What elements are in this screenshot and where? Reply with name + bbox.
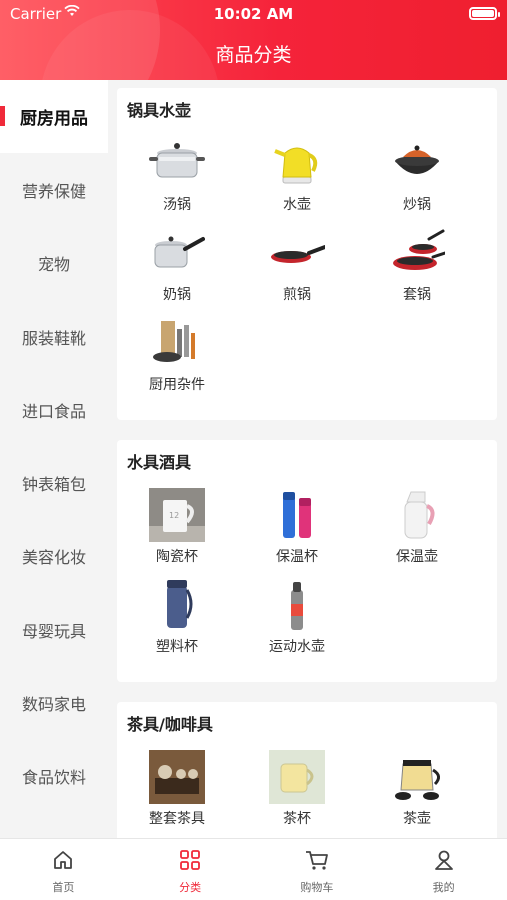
soup-pot-icon [149,136,205,190]
category-sidebar: 厨房用品营养保健宠物服装鞋靴进口食品钟表箱包美容化妆母婴玩具数码家电食品饮料 [0,80,108,838]
sidebar-item-label: 钟表箱包 [21,475,86,495]
tab-label: 我的 [432,881,455,894]
sidebar-item[interactable]: 进口食品 [0,373,108,446]
milk-pan-icon [149,226,205,280]
tab-home[interactable]: 首页 [0,839,127,900]
tab-user[interactable]: 我的 [380,839,507,900]
sidebar-item[interactable]: 美容化妆 [0,520,108,593]
wok-icon [389,136,445,190]
frying-pan-icon [269,226,325,280]
product-category-item[interactable]: 煎锅 [237,226,357,316]
ceramic-mug-icon: 12 [149,488,205,542]
product-category-label: 保温杯 [276,549,318,565]
product-category-item[interactable]: 套锅 [357,226,477,316]
sport-bottle-icon [269,578,325,632]
product-category-item[interactable]: 奶锅 [117,226,237,316]
product-grid: 汤锅 水壶 炒锅奶锅 煎锅 套锅厨用杂件 [117,136,497,406]
product-category-item[interactable]: 保温杯 [237,488,357,578]
pot-set-icon [389,226,445,280]
category-section: 锅具水壶汤锅 水壶 炒锅奶锅 煎锅 套锅厨用杂件 [117,88,497,420]
tab-category[interactable]: 分类 [127,839,254,900]
product-category-item[interactable]: 茶杯 [237,750,357,838]
category-section: 水具酒具 12 陶瓷杯 保温杯 保温壶塑料杯 运动水壶 [117,440,497,682]
home-icon [52,849,74,875]
product-category-label: 运动水壶 [269,639,325,655]
sidebar-item-label: 厨房用品 [20,109,88,130]
tea-cup-icon [269,750,325,804]
page-title: 商品分类 [215,44,292,66]
clock: 10:02 AM [213,5,294,23]
product-category-item[interactable]: 保温壶 [357,488,477,578]
sidebar-item[interactable]: 钟表箱包 [0,446,108,519]
sidebar-item-label: 服装鞋靴 [21,328,86,348]
section-title: 茶具/咖啡具 [127,715,213,734]
product-category-label: 茶杯 [283,811,311,827]
active-indicator [0,106,5,126]
category-icon [179,849,201,875]
sidebar-item[interactable]: 食品饮料 [0,740,108,813]
sidebar-item[interactable]: 营养保健 [0,153,108,226]
tab-label: 购物车 [300,881,334,894]
product-category-label: 汤锅 [163,197,191,213]
section-title: 锅具水壶 [127,101,192,120]
product-category-item[interactable]: 炒锅 [357,136,477,226]
sidebar-item-label: 宠物 [37,255,70,275]
sidebar-item-label: 食品饮料 [21,768,86,788]
product-grid: 12 陶瓷杯 保温杯 保温壶塑料杯 运动水壶 [117,488,497,668]
product-category-item[interactable]: 12 陶瓷杯 [117,488,237,578]
sidebar-item[interactable]: 数码家电 [0,666,108,739]
sidebar-item[interactable]: 宠物 [0,227,108,300]
product-category-label: 陶瓷杯 [156,549,198,565]
product-category-label: 水壶 [283,197,311,213]
product-category-label: 茶壶 [403,811,431,827]
product-category-label: 厨用杂件 [149,377,205,393]
thermos-pot-icon [389,488,445,542]
sidebar-item-label: 母婴玩具 [21,621,86,641]
kitchen-tools-icon [149,316,205,370]
sidebar-item-label: 数码家电 [21,695,86,715]
product-category-item[interactable]: 厨用杂件 [117,316,237,406]
product-category-label: 煎锅 [283,287,311,303]
kettle-icon [269,136,325,190]
product-category-label: 保温壶 [396,549,438,565]
product-category-label: 整套茶具 [149,811,205,827]
product-category-item[interactable]: 汤锅 [117,136,237,226]
sidebar-item[interactable]: 厨房用品 [0,80,108,154]
plastic-cup-icon [149,578,205,632]
sidebar-item-label: 进口食品 [21,401,86,421]
product-category-item[interactable]: 茶壶 [357,750,477,838]
sidebar-item-label: 美容化妆 [21,548,86,568]
tab-bar: 首页 分类 购物车 我的 [0,838,507,900]
sidebar-item-label: 营养保健 [21,181,86,201]
tab-label: 分类 [179,881,202,894]
product-category-label: 塑料杯 [156,639,198,655]
product-grid: 整套茶具 茶杯 茶壶 [117,750,497,838]
category-content: 锅具水壶汤锅 水壶 炒锅奶锅 煎锅 套锅厨用杂件水具酒具 12 陶瓷杯 保温杯 保温壶塑料杯 运动… [108,80,507,838]
sidebar-item[interactable]: 母婴玩具 [0,593,108,666]
sidebar-item[interactable]: 服装鞋靴 [0,300,108,373]
product-category-item[interactable]: 水壶 [237,136,357,226]
header: Carrier 10:02 AM 商品分类 [0,0,507,80]
battery-icon [469,7,500,20]
cart-icon [305,849,329,875]
teapot-icon [389,750,445,804]
product-category-item[interactable]: 运动水壶 [237,578,357,668]
tab-cart[interactable]: 购物车 [254,839,381,900]
product-category-item[interactable]: 整套茶具 [117,750,237,838]
tea-set-icon [149,750,205,804]
product-category-label: 套锅 [403,287,431,303]
thermos-cup-icon [269,488,325,542]
tab-label: 首页 [52,881,75,894]
product-category-label: 炒锅 [403,197,431,213]
user-icon [433,849,455,875]
product-category-label: 奶锅 [163,287,191,303]
status-bar: Carrier 10:02 AM [0,0,507,28]
section-title: 水具酒具 [127,453,192,472]
product-category-item[interactable]: 塑料杯 [117,578,237,668]
category-section: 茶具/咖啡具整套茶具 茶杯 茶壶 [117,702,497,838]
svg-text:12: 12 [169,511,179,520]
